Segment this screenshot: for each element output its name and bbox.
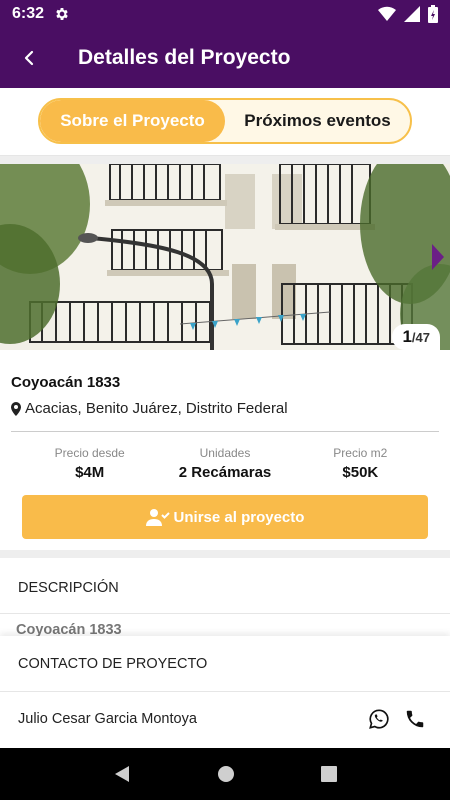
phone-icon[interactable]	[404, 708, 426, 730]
stat-value: $50K	[342, 464, 379, 481]
stat-value: 2 Recámaras	[178, 464, 272, 481]
page-title: Detalles del Proyecto	[78, 46, 291, 69]
stat-price-from: Precio desde $4M	[22, 446, 157, 481]
project-photo	[0, 164, 450, 350]
contact-heading: CONTACTO DE PROYECTO	[18, 655, 208, 672]
user-check-icon	[145, 509, 170, 526]
tab-upcoming-events[interactable]: Próximos eventos	[225, 100, 410, 142]
wifi-icon	[378, 6, 396, 22]
tab-bar: Sobre el Proyecto Próximos eventos	[0, 88, 450, 156]
project-name: Coyoacán 1833	[11, 374, 121, 391]
info-divider	[11, 431, 439, 432]
segmented-control: Sobre el Proyecto Próximos eventos	[38, 98, 412, 144]
nav-back-icon[interactable]	[113, 765, 131, 783]
stat-label: Unidades	[199, 446, 251, 460]
stat-label: Precio desde	[54, 446, 125, 460]
signal-icon	[404, 6, 420, 22]
section-divider	[0, 156, 450, 164]
tab-about-project[interactable]: Sobre el Proyecto	[40, 100, 225, 142]
photo-counter: 1/47	[392, 324, 440, 350]
stat-price-m2: Precio m2 $50K	[293, 446, 428, 481]
map-pin-icon	[11, 401, 21, 416]
nav-recents-icon[interactable]	[321, 766, 337, 782]
project-address: Acacias, Benito Juárez, Distrito Federal	[11, 400, 288, 417]
section-divider	[0, 550, 450, 558]
contact-row: Julio Cesar Garcia Montoya	[0, 692, 450, 748]
join-project-button[interactable]: Unirse al proyecto	[22, 495, 428, 539]
settings-icon	[56, 8, 68, 20]
contact-section-header[interactable]: CONTACTO DE PROYECTO	[0, 636, 450, 692]
whatsapp-icon[interactable]	[368, 708, 390, 730]
back-arrow-icon	[24, 50, 34, 66]
stat-units: Unidades 2 Recámaras	[157, 446, 292, 481]
stat-label: Precio m2	[333, 446, 388, 460]
contact-name: Julio Cesar Garcia Montoya	[18, 711, 197, 727]
project-photo-gallery[interactable]: 1/47	[0, 164, 450, 350]
photo-counter-total: /47	[411, 330, 430, 345]
stat-value: $4M	[75, 464, 105, 481]
battery-icon	[428, 5, 438, 23]
back-button[interactable]	[0, 28, 60, 88]
nav-home-icon[interactable]	[217, 765, 235, 783]
status-bar: 6:32	[0, 0, 450, 28]
join-project-label: Unirse al proyecto	[173, 508, 305, 526]
project-info: Coyoacán 1833 Acacias, Benito Juárez, Di…	[0, 350, 450, 550]
photo-counter-current: 1	[402, 327, 412, 346]
app-bar: Detalles del Proyecto	[0, 28, 450, 88]
project-stats: Precio desde $4M Unidades 2 Recámaras Pr…	[22, 446, 428, 481]
status-time: 6:32	[12, 5, 45, 22]
project-address-text: Acacias, Benito Juárez, Distrito Federal	[25, 400, 288, 417]
system-nav-bar	[0, 748, 450, 800]
description-heading: DESCRIPCIÓN	[18, 579, 119, 596]
chevron-right-icon[interactable]	[430, 242, 446, 272]
description-section-header[interactable]: DESCRIPCIÓN	[0, 562, 450, 614]
